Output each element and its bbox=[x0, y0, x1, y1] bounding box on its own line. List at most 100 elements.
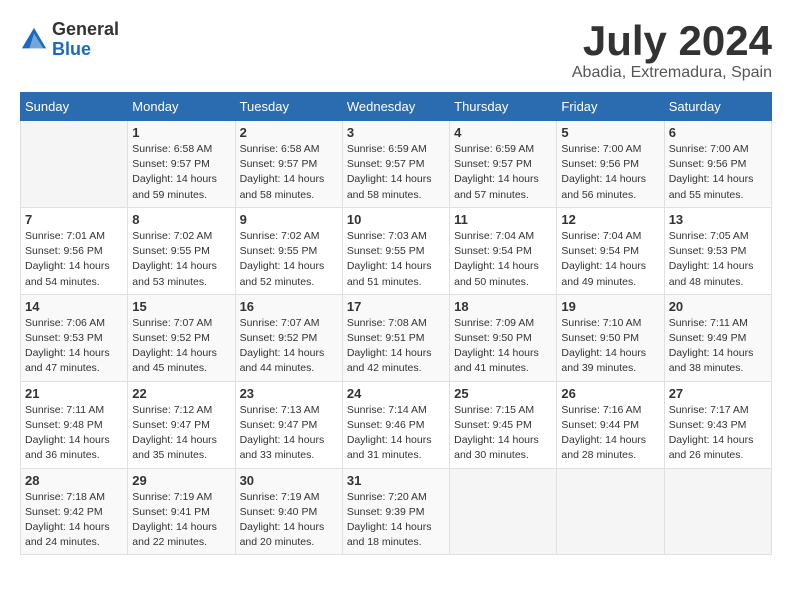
day-info: Sunrise: 7:08 AM Sunset: 9:51 PM Dayligh… bbox=[347, 316, 445, 377]
day-info: Sunrise: 7:04 AM Sunset: 9:54 PM Dayligh… bbox=[454, 229, 552, 290]
calendar-week-2: 7Sunrise: 7:01 AM Sunset: 9:56 PM Daylig… bbox=[21, 207, 772, 294]
header-row: SundayMondayTuesdayWednesdayThursdayFrid… bbox=[21, 93, 772, 121]
day-info: Sunrise: 7:03 AM Sunset: 9:55 PM Dayligh… bbox=[347, 229, 445, 290]
day-number: 20 bbox=[669, 299, 767, 314]
day-info: Sunrise: 7:13 AM Sunset: 9:47 PM Dayligh… bbox=[240, 403, 338, 464]
calendar-cell: 10Sunrise: 7:03 AM Sunset: 9:55 PM Dayli… bbox=[342, 207, 449, 294]
day-info: Sunrise: 7:20 AM Sunset: 9:39 PM Dayligh… bbox=[347, 490, 445, 551]
day-header-thursday: Thursday bbox=[450, 93, 557, 121]
day-number: 6 bbox=[669, 125, 767, 140]
day-info: Sunrise: 7:14 AM Sunset: 9:46 PM Dayligh… bbox=[347, 403, 445, 464]
calendar-cell: 6 Sunrise: 7:00 AM Sunset: 9:56 PM Daylig… bbox=[664, 121, 771, 208]
calendar-cell: 7Sunrise: 7:01 AM Sunset: 9:56 PM Daylig… bbox=[21, 207, 128, 294]
day-number: 4 bbox=[454, 125, 552, 140]
calendar-cell: 18 Sunrise: 7:09 AM Sunset: 9:50 PM Dayli… bbox=[450, 294, 557, 381]
day-number: 12 bbox=[561, 212, 659, 227]
day-number: 14 bbox=[25, 299, 123, 314]
day-number: 1 bbox=[132, 125, 230, 140]
calendar-cell: 25Sunrise: 7:15 AM Sunset: 9:45 PM Dayli… bbox=[450, 381, 557, 468]
calendar-cell: 31 Sunrise: 7:20 AM Sunset: 9:39 PM Dayli… bbox=[342, 468, 449, 555]
day-header-friday: Friday bbox=[557, 93, 664, 121]
page-header: General Blue July 2024 Abadia, Extremadu… bbox=[20, 20, 772, 82]
day-header-tuesday: Tuesday bbox=[235, 93, 342, 121]
day-number: 22 bbox=[132, 386, 230, 401]
day-info: Sunrise: 6:58 AM Sunset: 9:57 PM Dayligh… bbox=[240, 142, 338, 203]
calendar-cell bbox=[21, 121, 128, 208]
day-number: 7 bbox=[25, 212, 123, 227]
day-number: 19 bbox=[561, 299, 659, 314]
calendar-week-5: 28 Sunrise: 7:18 AM Sunset: 9:42 PM Dayli… bbox=[21, 468, 772, 555]
calendar-cell: 17 Sunrise: 7:08 AM Sunset: 9:51 PM Dayli… bbox=[342, 294, 449, 381]
calendar-cell: 22Sunrise: 7:12 AM Sunset: 9:47 PM Dayli… bbox=[128, 381, 235, 468]
day-info: Sunrise: 7:00 AM Sunset: 9:56 PM Dayligh… bbox=[561, 142, 659, 203]
calendar-body: 1 Sunrise: 6:58 AM Sunset: 9:57 PM Daylig… bbox=[21, 121, 772, 555]
day-number: 18 bbox=[454, 299, 552, 314]
calendar-cell: 15 Sunrise: 7:07 AM Sunset: 9:52 PM Dayli… bbox=[128, 294, 235, 381]
day-header-wednesday: Wednesday bbox=[342, 93, 449, 121]
day-info: Sunrise: 6:59 AM Sunset: 9:57 PM Dayligh… bbox=[347, 142, 445, 203]
day-info: Sunrise: 7:09 AM Sunset: 9:50 PM Dayligh… bbox=[454, 316, 552, 377]
day-number: 15 bbox=[132, 299, 230, 314]
logo-text: General Blue bbox=[52, 20, 119, 60]
day-info: Sunrise: 7:11 AM Sunset: 9:48 PM Dayligh… bbox=[25, 403, 123, 464]
calendar-cell: 30 Sunrise: 7:19 AM Sunset: 9:40 PM Dayli… bbox=[235, 468, 342, 555]
calendar-week-3: 14 Sunrise: 7:06 AM Sunset: 9:53 PM Dayli… bbox=[21, 294, 772, 381]
calendar-cell: 8 Sunrise: 7:02 AM Sunset: 9:55 PM Daylig… bbox=[128, 207, 235, 294]
day-number: 3 bbox=[347, 125, 445, 140]
calendar-cell: 3 Sunrise: 6:59 AM Sunset: 9:57 PM Daylig… bbox=[342, 121, 449, 208]
calendar-cell: 26Sunrise: 7:16 AM Sunset: 9:44 PM Dayli… bbox=[557, 381, 664, 468]
day-number: 13 bbox=[669, 212, 767, 227]
day-number: 11 bbox=[454, 212, 552, 227]
day-number: 27 bbox=[669, 386, 767, 401]
day-number: 31 bbox=[347, 473, 445, 488]
day-number: 24 bbox=[347, 386, 445, 401]
calendar-cell: 2 Sunrise: 6:58 AM Sunset: 9:57 PM Daylig… bbox=[235, 121, 342, 208]
day-header-sunday: Sunday bbox=[21, 93, 128, 121]
day-number: 2 bbox=[240, 125, 338, 140]
day-info: Sunrise: 6:58 AM Sunset: 9:57 PM Dayligh… bbox=[132, 142, 230, 203]
calendar-cell bbox=[557, 468, 664, 555]
day-number: 28 bbox=[25, 473, 123, 488]
day-number: 16 bbox=[240, 299, 338, 314]
title-block: July 2024 Abadia, Extremadura, Spain bbox=[572, 20, 772, 82]
calendar-week-4: 21 Sunrise: 7:11 AM Sunset: 9:48 PM Dayli… bbox=[21, 381, 772, 468]
calendar-header: SundayMondayTuesdayWednesdayThursdayFrid… bbox=[21, 93, 772, 121]
day-number: 9 bbox=[240, 212, 338, 227]
day-number: 30 bbox=[240, 473, 338, 488]
calendar-cell bbox=[664, 468, 771, 555]
day-info: Sunrise: 7:02 AM Sunset: 9:55 PM Dayligh… bbox=[132, 229, 230, 290]
calendar-cell: 11 Sunrise: 7:04 AM Sunset: 9:54 PM Dayli… bbox=[450, 207, 557, 294]
day-info: Sunrise: 7:11 AM Sunset: 9:49 PM Dayligh… bbox=[669, 316, 767, 377]
calendar-cell: 24 Sunrise: 7:14 AM Sunset: 9:46 PM Dayli… bbox=[342, 381, 449, 468]
day-info: Sunrise: 7:18 AM Sunset: 9:42 PM Dayligh… bbox=[25, 490, 123, 551]
day-info: Sunrise: 7:00 AM Sunset: 9:56 PM Dayligh… bbox=[669, 142, 767, 203]
calendar-cell: 23Sunrise: 7:13 AM Sunset: 9:47 PM Dayli… bbox=[235, 381, 342, 468]
day-info: Sunrise: 7:17 AM Sunset: 9:43 PM Dayligh… bbox=[669, 403, 767, 464]
logo-blue-text: Blue bbox=[52, 40, 119, 60]
logo-general-text: General bbox=[52, 20, 119, 40]
day-info: Sunrise: 7:05 AM Sunset: 9:53 PM Dayligh… bbox=[669, 229, 767, 290]
calendar-week-1: 1 Sunrise: 6:58 AM Sunset: 9:57 PM Daylig… bbox=[21, 121, 772, 208]
calendar-cell: 14 Sunrise: 7:06 AM Sunset: 9:53 PM Dayli… bbox=[21, 294, 128, 381]
day-info: Sunrise: 7:04 AM Sunset: 9:54 PM Dayligh… bbox=[561, 229, 659, 290]
day-number: 17 bbox=[347, 299, 445, 314]
calendar-cell: 16 Sunrise: 7:07 AM Sunset: 9:52 PM Dayli… bbox=[235, 294, 342, 381]
day-number: 26 bbox=[561, 386, 659, 401]
day-number: 8 bbox=[132, 212, 230, 227]
day-info: Sunrise: 7:19 AM Sunset: 9:40 PM Dayligh… bbox=[240, 490, 338, 551]
logo: General Blue bbox=[20, 20, 119, 60]
day-number: 21 bbox=[25, 386, 123, 401]
day-info: Sunrise: 7:06 AM Sunset: 9:53 PM Dayligh… bbox=[25, 316, 123, 377]
day-info: Sunrise: 7:10 AM Sunset: 9:50 PM Dayligh… bbox=[561, 316, 659, 377]
calendar-cell: 4Sunrise: 6:59 AM Sunset: 9:57 PM Daylig… bbox=[450, 121, 557, 208]
calendar-cell bbox=[450, 468, 557, 555]
day-number: 25 bbox=[454, 386, 552, 401]
day-number: 29 bbox=[132, 473, 230, 488]
calendar-cell: 29 Sunrise: 7:19 AM Sunset: 9:41 PM Dayli… bbox=[128, 468, 235, 555]
calendar-cell: 1 Sunrise: 6:58 AM Sunset: 9:57 PM Daylig… bbox=[128, 121, 235, 208]
calendar-cell: 5 Sunrise: 7:00 AM Sunset: 9:56 PM Daylig… bbox=[557, 121, 664, 208]
day-number: 5 bbox=[561, 125, 659, 140]
day-info: Sunrise: 7:07 AM Sunset: 9:52 PM Dayligh… bbox=[240, 316, 338, 377]
day-info: Sunrise: 7:19 AM Sunset: 9:41 PM Dayligh… bbox=[132, 490, 230, 551]
day-info: Sunrise: 7:07 AM Sunset: 9:52 PM Dayligh… bbox=[132, 316, 230, 377]
